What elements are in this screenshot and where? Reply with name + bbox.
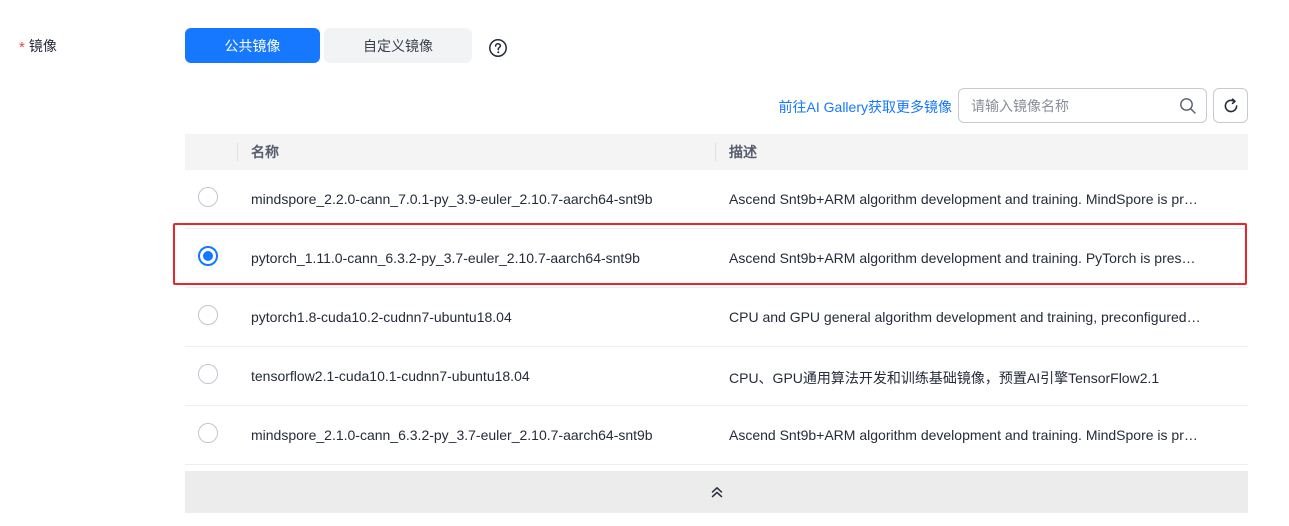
column-header-description: 描述 <box>729 144 757 160</box>
image-description: Ascend Snt9b+ARM algorithm development a… <box>729 427 1198 443</box>
row-radio[interactable] <box>198 187 218 207</box>
column-header-name: 名称 <box>251 144 279 160</box>
row-radio[interactable] <box>198 305 218 325</box>
image-name: pytorch_1.11.0-cann_6.3.2-py_3.7-euler_2… <box>251 250 640 266</box>
refresh-icon <box>1224 97 1237 112</box>
required-mark: * <box>19 38 25 56</box>
row-radio[interactable] <box>198 423 218 443</box>
image-description: Ascend Snt9b+ARM algorithm development a… <box>729 191 1198 207</box>
image-description: Ascend Snt9b+ARM algorithm development a… <box>729 250 1196 266</box>
table-row[interactable]: pytorch1.8-cuda10.2-cudnn7-ubuntu18.04 C… <box>185 288 1248 347</box>
table-header: 名称 描述 <box>185 134 1248 170</box>
table-row[interactable]: pytorch_1.11.0-cann_6.3.2-py_3.7-euler_2… <box>185 229 1248 288</box>
image-table: 名称 描述 mindspore_2.2.0-cann_7.0.1-py_3.9-… <box>185 134 1248 465</box>
image-name: mindspore_2.1.0-cann_6.3.2-py_3.7-euler_… <box>251 427 653 443</box>
image-description: CPU and GPU general algorithm developmen… <box>729 309 1201 325</box>
double-chevron-up-icon <box>711 487 722 498</box>
ai-gallery-link[interactable]: 前往AI Gallery获取更多镜像 <box>779 97 952 117</box>
image-label-text: 镜像 <box>28 38 57 54</box>
table-row[interactable]: mindspore_2.2.0-cann_7.0.1-py_3.9-euler_… <box>185 170 1248 229</box>
image-name: tensorflow2.1-cuda10.1-cudnn7-ubuntu18.0… <box>251 368 530 384</box>
tab-public-images[interactable]: 公共镜像 <box>185 28 320 63</box>
row-radio[interactable] <box>198 364 218 384</box>
image-field-label: * 镜像 <box>19 36 57 56</box>
image-type-tabs: 公共镜像 自定义镜像 <box>185 28 472 63</box>
table-row[interactable]: mindspore_2.1.0-cann_6.3.2-py_3.7-euler_… <box>185 406 1248 465</box>
image-name: mindspore_2.2.0-cann_7.0.1-py_3.9-euler_… <box>251 191 653 207</box>
question-circle-icon[interactable] <box>488 38 508 58</box>
collapse-table-button[interactable] <box>185 471 1248 513</box>
image-description: CPU、GPU通用算法开发和训练基础镜像，预置AI引擎TensorFlow2.1 <box>729 370 1160 386</box>
table-row[interactable]: tensorflow2.1-cuda10.1-cudnn7-ubuntu18.0… <box>185 347 1248 406</box>
image-selection-panel: * 镜像 公共镜像 自定义镜像 前往AI Gallery获取更多镜像 名称 描述 <box>0 0 1289 526</box>
search-icon[interactable] <box>1179 97 1197 115</box>
row-radio-selected[interactable] <box>198 246 218 266</box>
image-name: pytorch1.8-cuda10.2-cudnn7-ubuntu18.04 <box>251 309 512 325</box>
column-divider <box>715 143 716 161</box>
tab-custom-images[interactable]: 自定义镜像 <box>324 28 472 63</box>
image-search-box <box>958 88 1207 123</box>
column-divider <box>237 143 238 161</box>
refresh-button[interactable] <box>1213 88 1248 123</box>
image-search-input[interactable] <box>971 89 1176 122</box>
